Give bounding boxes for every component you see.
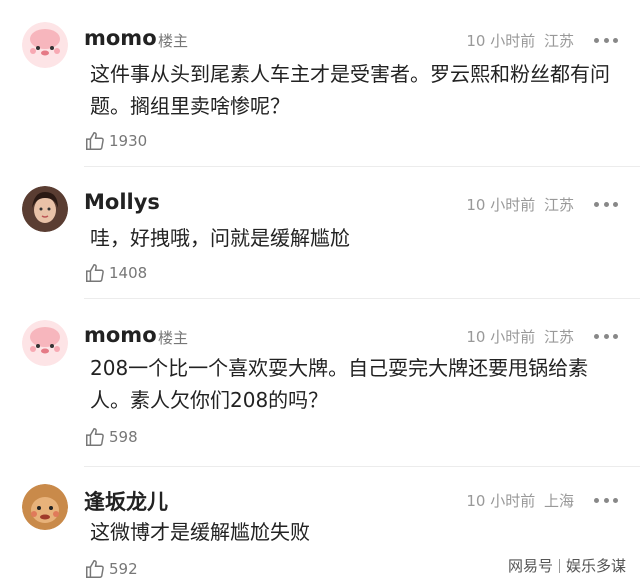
photo-avatar-icon <box>22 186 68 232</box>
watermark-channel: 娱乐多谋 <box>565 557 626 575</box>
comment-location: 江苏 <box>543 32 574 50</box>
watermark-separator <box>558 558 560 573</box>
avatar[interactable] <box>22 22 68 68</box>
comment-time: 10 小时前 <box>466 328 536 346</box>
owner-tag: 楼主 <box>158 329 189 347</box>
username[interactable]: 逢坂龙儿 <box>84 486 168 516</box>
comment-text: 这件事从头到尾素人车主才是受害者。罗云熙和粉丝都有问题。搁组里卖啥惨呢？ <box>90 62 610 118</box>
comment-meta: 10 小时前 江苏 <box>466 30 574 51</box>
comment-item: momo 楼主 10 小时前 江苏 这件事从头到尾素人车主才是受害者。罗云熙和粉… <box>0 0 640 170</box>
divider <box>84 466 640 467</box>
more-options-icon[interactable] <box>594 200 618 208</box>
avatar[interactable] <box>22 320 68 366</box>
comment-time: 10 小时前 <box>466 492 536 510</box>
username[interactable]: Mollys <box>84 190 160 214</box>
like-button[interactable]: 598 <box>84 426 138 448</box>
comment-time: 10 小时前 <box>466 196 536 214</box>
like-count: 598 <box>109 428 138 446</box>
comment-location: 江苏 <box>543 196 574 214</box>
like-button[interactable]: 592 <box>84 558 138 580</box>
comment-meta: 10 小时前 江苏 <box>466 326 574 347</box>
like-count: 1408 <box>109 264 148 282</box>
comment-item: momo 楼主 10 小时前 江苏 208一个比一个喜欢耍大牌。自己耍完大牌还要… <box>0 300 640 470</box>
thumbs-up-icon <box>86 132 104 150</box>
cartoon-face-avatar-icon <box>22 484 68 530</box>
owner-tag: 楼主 <box>158 32 189 50</box>
comment-meta: 10 小时前 江苏 <box>466 194 574 215</box>
thumbs-up-icon <box>86 428 104 446</box>
watermark-brand: 网易号 <box>507 557 553 575</box>
pink-cartoon-avatar-icon <box>22 320 68 366</box>
pink-cartoon-avatar-icon <box>22 22 68 68</box>
comment-text: 208一个比一个喜欢耍大牌。自己耍完大牌还要甩锅给素人。素人欠你们208的吗？ <box>90 356 589 412</box>
username[interactable]: momo <box>84 26 157 50</box>
username[interactable]: momo <box>84 323 157 347</box>
comment-location: 上海 <box>543 492 574 510</box>
comment-item: Mollys 10 小时前 江苏 哇，好拽哦，问就是缓解尴尬 1408 <box>0 170 640 300</box>
comment-meta: 10 小时前 上海 <box>466 490 574 511</box>
comment-text: 这微博才是缓解尴尬失败 <box>90 520 310 544</box>
divider <box>84 166 640 167</box>
divider <box>84 298 640 299</box>
like-button[interactable]: 1930 <box>84 130 147 152</box>
watermark: 网易号 娱乐多谋 <box>508 555 626 576</box>
comment-text: 哇，好拽哦，问就是缓解尴尬 <box>90 226 350 250</box>
more-options-icon[interactable] <box>594 332 618 340</box>
comment-time: 10 小时前 <box>466 32 536 50</box>
thumbs-up-icon <box>86 560 104 578</box>
thumbs-up-icon <box>86 264 104 282</box>
like-count: 1930 <box>109 132 148 150</box>
comment-location: 江苏 <box>543 328 574 346</box>
avatar[interactable] <box>22 186 68 232</box>
avatar[interactable] <box>22 484 68 530</box>
like-count: 592 <box>109 560 138 578</box>
more-options-icon[interactable] <box>594 496 618 504</box>
like-button[interactable]: 1408 <box>84 262 147 284</box>
more-options-icon[interactable] <box>594 36 618 44</box>
